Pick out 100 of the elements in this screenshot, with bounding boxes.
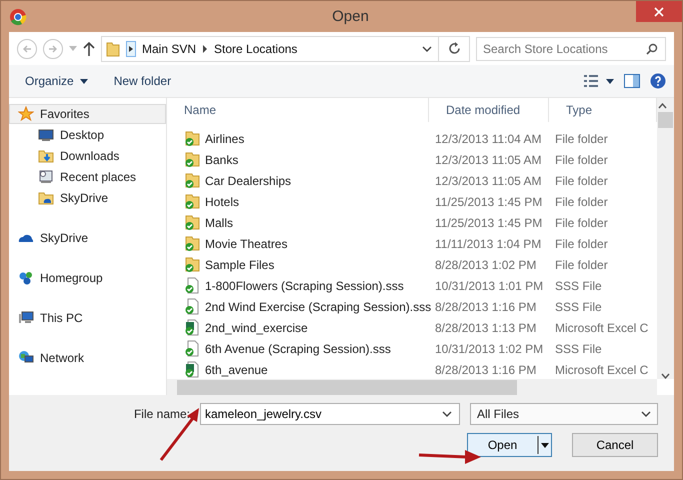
type-cell-text: File folder [554, 132, 609, 146]
nav-item[interactable]: Downloads [9, 145, 166, 166]
nav-item[interactable]: SkyDrive [9, 228, 166, 248]
file-type-dropdown[interactable]: All Files [470, 403, 658, 425]
date-cell-text: 11/25/2013 1:45 PM [434, 194, 544, 208]
date-cell-text: 8/28/2013 1:16 PM [434, 300, 538, 314]
file-name[interactable]: 2nd Wind Exercise (Scraping Session).sss [205, 300, 432, 314]
recent-icon [38, 168, 54, 184]
desktop-icon [38, 126, 54, 142]
file-name[interactable]: Airlines [205, 132, 244, 146]
file-name[interactable]: 6th_avenue [205, 362, 268, 376]
nav-item[interactable]: Recent places [9, 166, 166, 187]
up-arrow-icon[interactable] [83, 42, 95, 56]
address-bar[interactable]: Main SVN Store Locations [101, 36, 470, 62]
file-check-icon [184, 277, 200, 294]
date-cell-text: 10/31/2013 1:02 PM [434, 342, 544, 356]
column-header[interactable]: Date modified [429, 98, 549, 122]
file-check-icon [184, 340, 200, 357]
close-icon [654, 6, 664, 16]
type-cell-text: SSS File [554, 342, 603, 356]
date-cell-text: 11/11/2013 1:04 PM [434, 236, 542, 250]
file-name[interactable]: 6th Avenue (Scraping Session).sss [205, 342, 391, 356]
folder-check-icon [184, 214, 200, 231]
type-cell-text: File folder [554, 152, 609, 166]
nav-item[interactable]: Desktop [9, 124, 166, 145]
caret-icon [80, 78, 88, 84]
back-arrow-icon [22, 44, 32, 54]
search-field[interactable]: Search Store Locations [476, 36, 666, 60]
new-folder-button[interactable]: New folder [106, 72, 180, 90]
breadcrumb[interactable]: Store Locations [214, 42, 298, 56]
split-caret-icon[interactable] [537, 434, 551, 456]
file-name[interactable]: Car Dealerships [205, 174, 292, 188]
horizontal-scrollbar[interactable] [167, 379, 657, 395]
homegroup-icon [18, 270, 34, 286]
file-name[interactable]: 1-800Flowers (Scraping Session).sss [205, 278, 404, 292]
preview-pane-icon[interactable] [624, 73, 640, 89]
nav-item[interactable]: Homegroup [9, 268, 166, 288]
nav-item[interactable]: Network [9, 348, 166, 368]
scroll-down-icon[interactable] [661, 373, 670, 379]
annotation-arrow [159, 406, 201, 462]
cancel-button[interactable]: Cancel [572, 433, 658, 457]
downloads-icon [38, 148, 54, 164]
forward-arrow-icon [48, 44, 58, 54]
date-cell-text: 8/28/2013 1:02 PM [434, 258, 538, 272]
type-cell-text: File folder [554, 194, 609, 208]
file-name[interactable]: Sample Files [205, 258, 274, 272]
refresh-icon[interactable] [448, 42, 460, 55]
organize-button[interactable]: Organize [17, 72, 96, 90]
folder-check-icon [184, 256, 200, 273]
dropdown-icon [641, 411, 651, 417]
vertical-scrollbar[interactable] [657, 98, 674, 379]
breadcrumb[interactable]: Main SVN [142, 42, 196, 56]
scroll-up-icon[interactable] [658, 103, 667, 109]
file-name[interactable]: Movie Theatres [205, 236, 288, 250]
view-options-icon[interactable] [584, 74, 614, 88]
column-header[interactable]: Name [167, 98, 429, 122]
file-check-icon [184, 298, 200, 315]
dropdown-icon[interactable] [422, 46, 432, 52]
window-title: Open [332, 8, 369, 25]
nav-item[interactable]: Favorites [9, 104, 166, 124]
folder-check-icon [184, 151, 200, 168]
type-cell-text: File folder [554, 216, 609, 230]
scrollbar-thumb[interactable] [658, 112, 673, 128]
scrollbar-thumb[interactable] [177, 380, 517, 394]
favorites-icon [18, 106, 34, 122]
file-name-label: File name: [134, 407, 190, 421]
type-cell-text: File folder [554, 258, 609, 272]
folder-check-icon [184, 193, 200, 210]
type-cell-text: Microsoft Excel C [554, 362, 650, 376]
type-cell-text: Microsoft Excel C [554, 320, 650, 334]
date-cell-text: 12/3/2013 11:05 AM [434, 152, 543, 166]
file-name[interactable]: Banks [205, 152, 238, 166]
folder-icon [106, 40, 120, 56]
type-cell-text: SSS File [554, 300, 603, 314]
spreadsheet-check-icon [184, 361, 200, 378]
folder-check-icon [184, 172, 200, 189]
folder-check-icon [184, 130, 200, 147]
date-cell-text: 12/3/2013 11:04 AM [434, 132, 543, 146]
annotation-arrow [419, 449, 483, 465]
dropdown-icon[interactable] [442, 411, 452, 417]
file-name[interactable]: Hotels [205, 194, 240, 208]
nav-item[interactable]: This PC [9, 308, 166, 328]
file-name[interactable]: Malls [205, 216, 234, 230]
file-name[interactable]: 2nd_wind_exercise [205, 320, 308, 334]
pc-icon [18, 310, 34, 326]
type-cell-text: File folder [554, 236, 609, 250]
open-button[interactable]: Open [467, 433, 552, 457]
type-cell-text: File folder [554, 174, 609, 188]
date-cell-text: 12/3/2013 11:05 AM [434, 174, 543, 188]
close-button[interactable] [636, 1, 682, 22]
folder-check-icon [184, 235, 200, 252]
help-icon[interactable] [650, 73, 666, 89]
chevron-icon[interactable] [126, 40, 136, 56]
date-cell-text: 10/31/2013 1:01 PM [434, 278, 544, 292]
chevron-icon[interactable] [202, 44, 208, 52]
date-cell-text: 11/25/2013 1:45 PM [434, 216, 544, 230]
nav-item[interactable]: SkyDrive [9, 187, 166, 208]
date-cell-text: 8/28/2013 1:16 PM [434, 362, 538, 376]
skyfolder-icon [38, 190, 54, 206]
file-name-field[interactable]: kameleon_jewelry.csv [200, 403, 460, 425]
